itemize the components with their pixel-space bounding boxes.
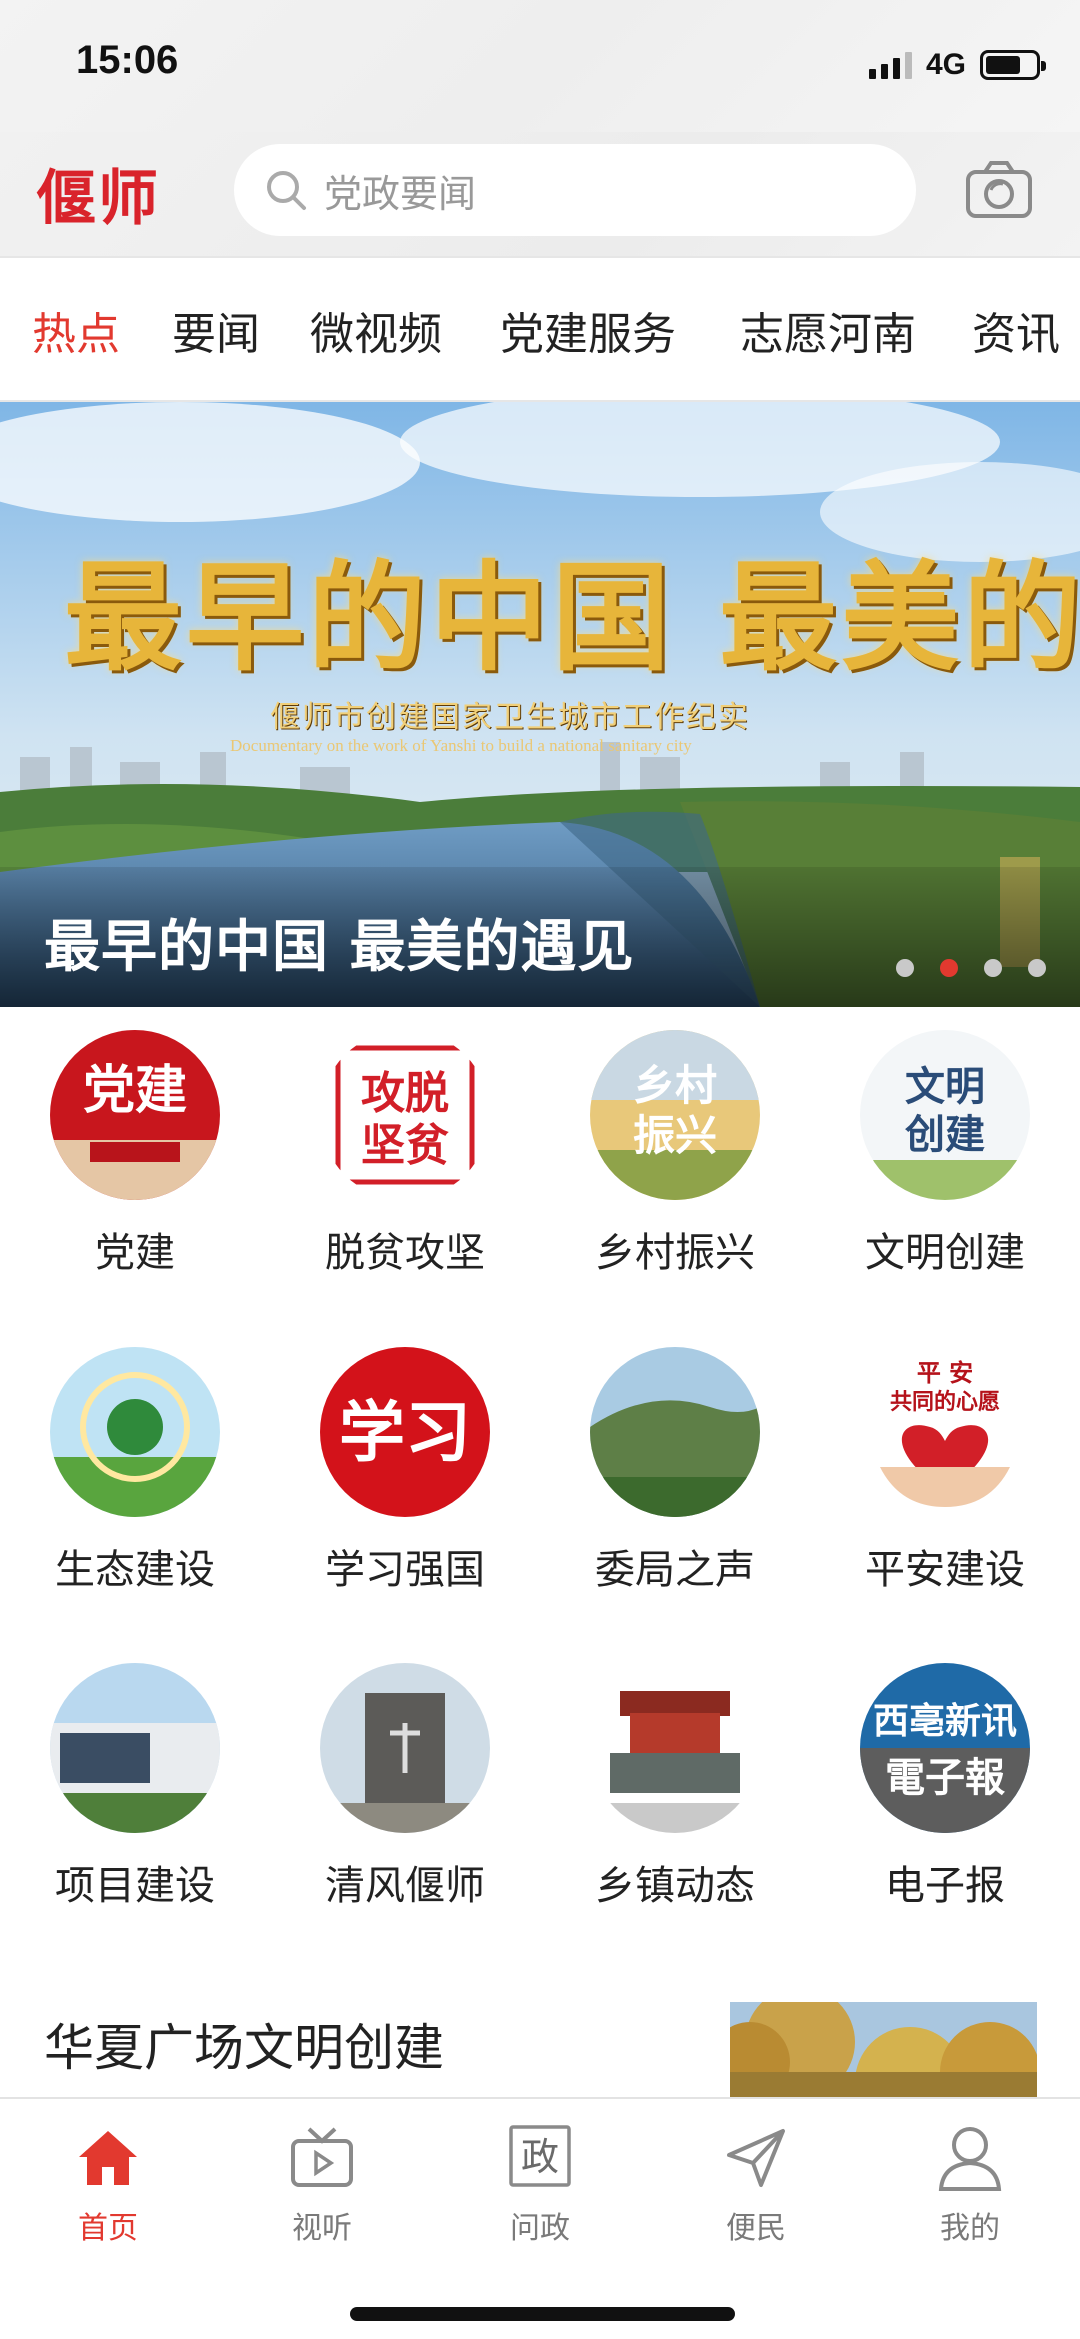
tab-hot[interactable]: 热点 bbox=[32, 298, 120, 362]
grid-item-label: 清风偃师 bbox=[325, 1863, 485, 1909]
nav-profile[interactable]: 我的 bbox=[900, 2123, 1040, 2246]
grid-item[interactable]: 党建 党建 bbox=[0, 1030, 270, 1290]
grid-item[interactable]: 清风偃师 bbox=[270, 1663, 540, 1923]
tv-icon bbox=[291, 2127, 353, 2187]
grid-item-label: 文明创建 bbox=[865, 1230, 1025, 1276]
government-icon: 政 bbox=[509, 2125, 571, 2187]
committee-voice-icon bbox=[590, 1347, 760, 1517]
nav-media[interactable]: 视听 bbox=[252, 2123, 392, 2246]
project-icon bbox=[50, 1663, 220, 1833]
home-indicator[interactable] bbox=[350, 2307, 735, 2321]
tab-micro-video[interactable]: 微视频 bbox=[310, 298, 442, 362]
grid-item-label: 乡镇动态 bbox=[595, 1863, 755, 1909]
grid-item[interactable]: 学习 学习强国 bbox=[270, 1347, 540, 1607]
app-logo[interactable]: 偃师 bbox=[36, 150, 160, 237]
home-icon bbox=[79, 2131, 137, 2185]
tab-volunteer[interactable]: 志愿河南 bbox=[740, 298, 916, 362]
grid-item-label: 学习强国 bbox=[325, 1547, 485, 1593]
status-bar: 15:06 4G bbox=[0, 0, 1080, 132]
government-glyph: 政 bbox=[521, 2135, 559, 2179]
banner-carousel[interactable]: 最早的中国 最美的遇见 偃师市创建国家卫生城市工作纪实 Documentary … bbox=[0, 402, 1080, 1007]
search-input[interactable]: 党政要闻 bbox=[234, 144, 916, 236]
svg-text:坚贫: 坚贫 bbox=[361, 1120, 449, 1171]
camera-icon[interactable] bbox=[965, 160, 1033, 220]
grid-item-label: 委局之声 bbox=[595, 1547, 755, 1593]
party-building-icon: 党建 bbox=[50, 1030, 220, 1200]
nav-label-convenience: 便民 bbox=[726, 2211, 786, 2246]
banner-image-title: 最早的中国 最美的遇见 bbox=[64, 548, 1080, 687]
grid-item-label: 乡村振兴 bbox=[595, 1230, 755, 1276]
svg-text:共同的心愿: 共同的心愿 bbox=[890, 1389, 1000, 1415]
battery-level bbox=[986, 56, 1020, 74]
e-newspaper-icon: 西亳新讯 電子報 bbox=[860, 1663, 1030, 1833]
search-icon bbox=[267, 171, 306, 210]
svg-text:西亳新讯: 西亳新讯 bbox=[873, 1700, 1017, 1742]
study-icon: 学习 bbox=[320, 1347, 490, 1517]
nav-label-home: 首页 bbox=[78, 2211, 138, 2246]
battery-icon bbox=[980, 50, 1046, 80]
status-time: 15:06 bbox=[76, 38, 179, 82]
grid-item[interactable]: 项目建设 bbox=[0, 1663, 270, 1923]
grid-item[interactable]: 西亳新讯電子報电子报 bbox=[810, 1663, 1080, 1923]
svg-text:党建: 党建 bbox=[83, 1060, 187, 1121]
nav-convenience[interactable]: 便民 bbox=[686, 2123, 826, 2246]
tab-party-service[interactable]: 党建服务 bbox=[500, 298, 676, 362]
tab-info[interactable]: 资讯 bbox=[972, 298, 1060, 362]
app-screen: 15:06 4G 偃师 党政要闻 热点 要闻 微视频 党建服务 志愿河南 资讯 … bbox=[0, 0, 1080, 2339]
nav-gov[interactable]: 政 问政 bbox=[470, 2123, 610, 2246]
grid-item-label: 党建 bbox=[95, 1230, 175, 1276]
svg-text:文明: 文明 bbox=[905, 1063, 985, 1110]
grid-item[interactable]: 平 安共同的心愿平安建设 bbox=[810, 1347, 1080, 1607]
category-tabs: 热点 要闻 微视频 党建服务 志愿河南 资讯 bbox=[0, 256, 1080, 402]
grid-item[interactable]: 委局之声 bbox=[540, 1347, 810, 1607]
article-title[interactable]: 华夏广场文明创建 bbox=[44, 2008, 444, 2080]
svg-text:平 安: 平 安 bbox=[917, 1358, 973, 1387]
ecology-icon bbox=[50, 1347, 220, 1517]
grid-item-label: 脱贫攻坚 bbox=[325, 1230, 485, 1276]
carousel-dot[interactable] bbox=[984, 959, 1002, 977]
svg-text:创建: 创建 bbox=[905, 1111, 985, 1158]
bottom-navigation: 首页 视听 政 问政 便民 我的 bbox=[0, 2097, 1080, 2339]
grid-item[interactable]: 文明 创建 文明创建 bbox=[810, 1030, 1080, 1290]
network-type: 4G bbox=[925, 48, 966, 81]
nav-home[interactable]: 首页 bbox=[38, 2123, 178, 2246]
app-header: 偃师 党政要闻 bbox=[0, 132, 1080, 256]
town-news-icon bbox=[590, 1663, 760, 1833]
nav-label-gov: 问政 bbox=[510, 2211, 570, 2246]
svg-text:電子報: 電子報 bbox=[885, 1754, 1005, 1801]
grid-item-label: 平安建设 bbox=[865, 1547, 1025, 1593]
carousel-dot[interactable] bbox=[1028, 959, 1046, 977]
signal-icon bbox=[868, 51, 912, 79]
poverty-alleviation-icon: 攻脱 坚贫 bbox=[320, 1030, 490, 1200]
svg-text:学习: 学习 bbox=[339, 1393, 471, 1471]
svg-text:攻脱: 攻脱 bbox=[361, 1068, 449, 1119]
grid-item[interactable]: 攻脱 坚贫 脱贫攻坚 bbox=[270, 1030, 540, 1290]
civilization-icon: 文明 创建 bbox=[860, 1030, 1030, 1200]
banner-caption: 最早的中国 最美的遇见 bbox=[44, 914, 635, 980]
nav-label-media: 视听 bbox=[292, 2211, 352, 2246]
banner-image-subtitle: 偃师市创建国家卫生城市工作纪实 bbox=[270, 700, 750, 735]
svg-text:振兴: 振兴 bbox=[633, 1111, 717, 1160]
carousel-dot[interactable] bbox=[896, 959, 914, 977]
svg-text:乡村: 乡村 bbox=[633, 1061, 717, 1110]
grid-item-label: 生态建设 bbox=[55, 1547, 215, 1593]
carousel-dot[interactable] bbox=[940, 959, 958, 977]
grid-item-label: 项目建设 bbox=[55, 1863, 215, 1909]
send-icon bbox=[727, 2129, 785, 2187]
grid-item[interactable]: 乡村 振兴 乡村振兴 bbox=[540, 1030, 810, 1290]
article-thumbnail[interactable] bbox=[730, 2002, 1037, 2098]
rural-revitalization-icon: 乡村 振兴 bbox=[590, 1030, 760, 1200]
search-placeholder: 党政要闻 bbox=[324, 171, 477, 216]
carousel-indicator bbox=[896, 959, 1046, 977]
grid-item-label: 电子报 bbox=[885, 1863, 1005, 1909]
banner-image-subtitle-en: Documentary on the work of Yanshi to bui… bbox=[230, 736, 692, 755]
grid-item[interactable]: 生态建设 bbox=[0, 1347, 270, 1607]
user-icon bbox=[938, 2127, 1002, 2191]
status-indicators: 4G bbox=[868, 48, 1046, 82]
nav-label-profile: 我的 bbox=[940, 2211, 1000, 2246]
grid-item[interactable]: 乡镇动态 bbox=[540, 1663, 810, 1923]
tab-news[interactable]: 要闻 bbox=[172, 298, 260, 362]
clean-wind-icon bbox=[320, 1663, 490, 1833]
safety-icon: 平 安共同的心愿 bbox=[860, 1347, 1030, 1517]
